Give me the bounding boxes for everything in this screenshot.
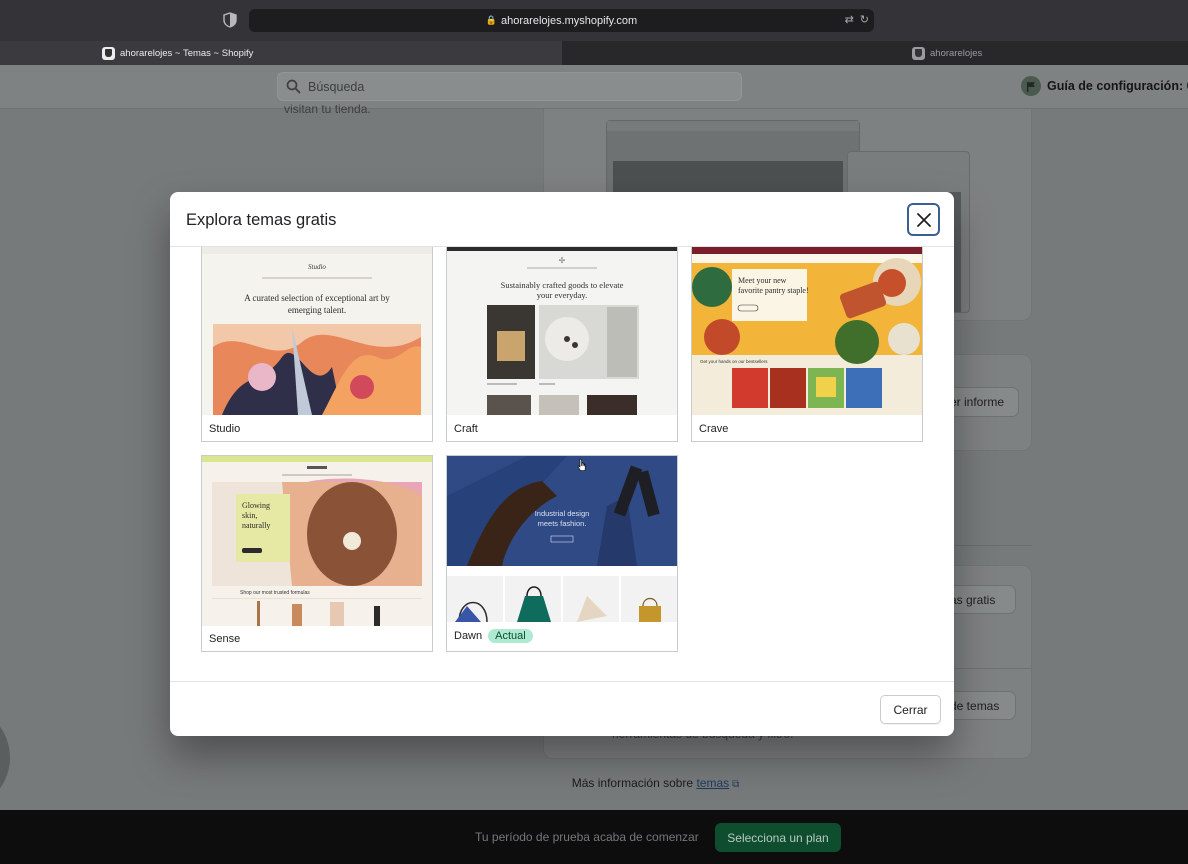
search-input[interactable]: Búsqueda bbox=[277, 72, 742, 101]
theme-card-sense[interactable]: Glowing skin, naturally Shop our most tr… bbox=[201, 455, 433, 652]
dawn-hero-line-2: meets fashion. bbox=[538, 519, 587, 528]
reload-icon[interactable]: ↻ bbox=[860, 13, 869, 26]
admin-topbar: Búsqueda Guía de configuración: 0/6 bbox=[0, 65, 1188, 109]
crave-hero-line-2: favorite pantry staple! bbox=[738, 286, 809, 295]
theme-name: Dawn Actual bbox=[454, 629, 533, 643]
themes-link[interactable]: temas bbox=[696, 776, 729, 790]
chat-bubble bbox=[0, 710, 10, 805]
theme-name: Sense bbox=[209, 633, 241, 645]
crave-sub-text: Get your hands on our bestsellers bbox=[700, 359, 768, 364]
flag-icon bbox=[1021, 76, 1041, 96]
sense-hero-line-3: naturally bbox=[242, 521, 270, 530]
modal-title: Explora temas gratis bbox=[186, 211, 337, 229]
browser-tabs: ahorarelojes ~ Temas ~ Shopify ahorarelo… bbox=[0, 41, 1188, 65]
theme-card-craft[interactable]: ✢ Sustainably crafted goods to elevate y… bbox=[446, 247, 678, 442]
theme-card-studio[interactable]: Studio A curated selection of exceptiona… bbox=[201, 247, 433, 442]
dawn-thumbnail: Industrial design meets fashion. bbox=[447, 456, 677, 622]
craft-hero-line-2: your everyday. bbox=[537, 290, 587, 300]
shopify-favicon-icon bbox=[102, 46, 115, 60]
close-icon bbox=[916, 212, 931, 227]
theme-card-dawn[interactable]: Industrial design meets fashion. Dawn Ac… bbox=[446, 455, 678, 652]
lock-icon: 🔒 bbox=[485, 15, 498, 25]
setup-guide-button[interactable]: Guía de configuración: 0/6 bbox=[1021, 76, 1188, 96]
craft-hero-line-1: Sustainably crafted goods to elevate bbox=[501, 280, 624, 290]
svg-text:✢: ✢ bbox=[559, 256, 566, 265]
studio-thumbnail: Studio A curated selection of exceptiona… bbox=[202, 247, 432, 415]
themes-grid: Studio A curated selection of exceptiona… bbox=[170, 247, 954, 681]
theme-name: Craft bbox=[454, 423, 478, 435]
background-description: visitan tu tienda. bbox=[284, 102, 371, 116]
crave-thumbnail: Meet your new favorite pantry staple! Ge… bbox=[692, 247, 922, 415]
url-text: ahorarelojes.myshopify.com bbox=[501, 14, 638, 27]
svg-text:Studio: Studio bbox=[308, 263, 326, 271]
more-info-line: Más información sobre temas ⧉ bbox=[0, 776, 1188, 790]
tab-shopify-themes[interactable]: ahorarelojes ~ Temas ~ Shopify bbox=[0, 41, 562, 65]
studio-hero-line-2: emerging talent. bbox=[288, 305, 346, 315]
explore-themes-modal: Explora temas gratis Studio A curated se… bbox=[170, 192, 954, 736]
sense-thumbnail: Glowing skin, naturally Shop our most tr… bbox=[202, 456, 432, 626]
shopify-favicon-icon bbox=[912, 46, 925, 60]
close-modal-button[interactable] bbox=[907, 203, 940, 236]
shield-icon[interactable] bbox=[223, 12, 237, 28]
dawn-hero-line-1: Industrial design bbox=[535, 509, 590, 518]
current-theme-badge: Actual bbox=[488, 629, 533, 643]
select-plan-button[interactable]: Selecciona un plan bbox=[715, 823, 841, 852]
modal-header: Explora temas gratis bbox=[170, 192, 954, 247]
studio-hero-line-1: A curated selection of exceptional art b… bbox=[244, 293, 390, 303]
translate-icon[interactable]: ⇄ bbox=[845, 13, 854, 26]
trial-text: Tu período de prueba acaba de comenzar bbox=[475, 830, 699, 844]
theme-card-crave[interactable]: Meet your new favorite pantry staple! Ge… bbox=[691, 247, 923, 442]
theme-name: Studio bbox=[209, 423, 241, 435]
close-button[interactable]: Cerrar bbox=[880, 695, 941, 724]
more-info-prefix: Más información sobre bbox=[571, 776, 694, 790]
trial-banner: Tu período de prueba acaba de comenzar S… bbox=[0, 810, 1188, 864]
tab-label: ahorarelojes bbox=[930, 47, 983, 59]
mouse-cursor-icon bbox=[577, 458, 586, 471]
modal-footer: Cerrar bbox=[170, 681, 954, 736]
search-placeholder: Búsqueda bbox=[308, 79, 365, 94]
sense-sub-text: Shop our most trusted formulas bbox=[240, 590, 310, 596]
external-link-icon: ⧉ bbox=[732, 779, 740, 790]
browser-toolbar: 🔒 ahorarelojes.myshopify.com ⇄ ↻ bbox=[0, 0, 1188, 41]
tab-ahorarelojes[interactable]: ahorarelojes bbox=[562, 41, 1188, 65]
setup-guide-label: Guía de configuración: 0/6 bbox=[1047, 79, 1188, 93]
address-bar[interactable]: 🔒 ahorarelojes.myshopify.com ⇄ ↻ bbox=[249, 9, 874, 32]
sense-hero-line-1: Glowing bbox=[242, 501, 270, 510]
craft-thumbnail: ✢ Sustainably crafted goods to elevate y… bbox=[447, 247, 677, 415]
sense-hero-line-2: skin, bbox=[242, 511, 257, 520]
crave-hero-line-1: Meet your new bbox=[738, 276, 787, 285]
search-icon bbox=[286, 79, 301, 94]
tab-label: ahorarelojes ~ Temas ~ Shopify bbox=[120, 47, 254, 59]
theme-name: Crave bbox=[699, 423, 729, 435]
